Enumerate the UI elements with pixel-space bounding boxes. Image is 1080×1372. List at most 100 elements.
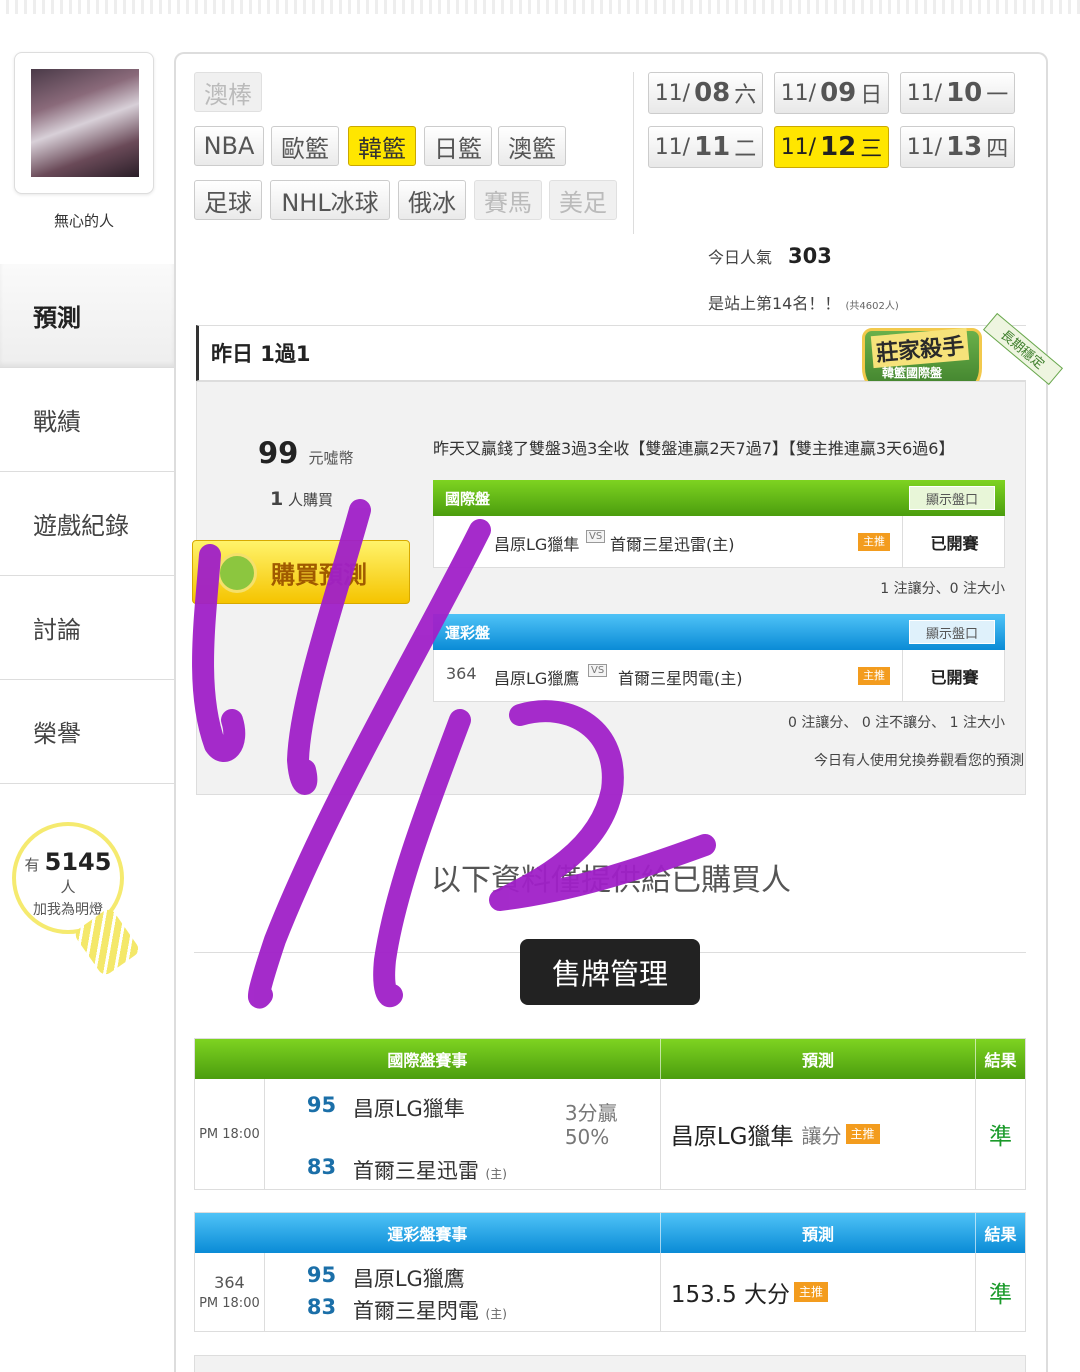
date-day: 12 [820,132,857,162]
team2-score: 83 [306,1295,337,1319]
sidebar-item-discuss[interactable]: 討論 [0,576,174,680]
col-header-event: 國際盤賽事 [195,1039,661,1079]
buyer-count-label: 人購買 [288,491,334,509]
next-section-edge [194,1355,1026,1372]
date-tab-1108[interactable]: 11/08 六 [648,72,763,114]
teams-cell: 95 昌原LG獵隼 3分贏 50% 83 首爾三星迅雷 (主) [265,1079,661,1189]
teams-cell: 95 昌原LG獵鷹 83 首爾三星閃電 (主) [265,1253,661,1331]
sport-tab-soccer[interactable]: 足球 [194,180,262,220]
team2-name: 首爾三星閃電 [352,1299,479,1323]
show-odds-button[interactable]: 顯示盤口 [909,620,995,644]
time-text: PM 18:00 [199,1296,260,1311]
fan-count: 5145 [44,848,112,876]
show-odds-button[interactable]: 顯示盤口 [909,486,995,510]
divider [633,72,634,234]
buy-prediction-button[interactable]: 購買預測 [192,540,410,604]
price: 99 元噓幣 [258,436,353,470]
avatar[interactable] [14,52,154,194]
table-row: 364 PM 18:00 95 昌原LG獵鷹 83 首爾三星閃電 (主) 153.… [195,1253,1025,1331]
sidebar-item-record[interactable]: 戰績 [0,368,174,472]
prediction-cell: 153.5 大分 主推 [661,1253,977,1331]
table-header: 運彩盤賽事 預測 結果 [195,1213,1025,1253]
date-day: 10 [946,78,983,108]
popularity-label: 今日人氣 [708,248,773,267]
vs-icon: VS [588,664,608,677]
sidebar-item-game-log[interactable]: 遊戲紀錄 [0,472,174,576]
page-top-edge [0,0,1080,14]
time-text: PM 18:00 [199,1126,260,1142]
sport-tab-american-football[interactable]: 美足 [549,180,617,220]
sidebar-item-predict[interactable]: 預測 [0,264,174,368]
prediction-cell: 昌原LG獵隼 讓分 主推 [661,1079,977,1189]
main-pick-tag: 主推 [858,533,890,551]
date-tab-1109[interactable]: 11/09 日 [774,72,889,114]
buyers-only-notice: 以下資料僅提供給已購買人 [431,863,791,898]
match-time: 364 PM 18:00 [195,1253,265,1331]
date-month: 11/ [906,134,943,160]
lottery-bar: 運彩盤 顯示盤口 [433,614,1005,650]
table-row: PM 18:00 95 昌原LG獵隼 3分贏 50% 83 首爾三星迅雷 (主)… [195,1079,1025,1189]
date-tab-1111[interactable]: 11/11 二 [648,126,763,168]
fans-unit: 人 [60,878,76,896]
sport-tab-euro-basketball[interactable]: 歐籃 [271,126,339,166]
coin-icon [217,553,257,593]
team1-score: 95 [306,1093,337,1117]
date-tab-1112[interactable]: 11/12 三 [774,126,889,168]
intl-title: 國際盤 [445,489,491,508]
sport-tab-nhl[interactable]: NHL冰球 [270,180,390,220]
sport-tab-nba[interactable]: NBA [194,126,264,166]
home-marker: (主) [485,1307,507,1321]
match-status: 已開賽 [902,650,1006,701]
team1-name: 昌原LG獵隼 [352,1097,465,1121]
away-team: 首爾三星閃電(主) [618,669,743,688]
col-header-result: 結果 [984,1051,1017,1070]
site-rank: 是站上第14名！！ (共4602人) [708,290,899,314]
team2-score: 83 [306,1155,337,1179]
date-weekday: 二 [734,137,757,162]
date-weekday: 日 [860,83,883,108]
username: 無心的人 [53,212,114,230]
date-day: 08 [694,78,731,108]
vs-icon: VS [586,530,606,543]
sport-tab-japan-basketball[interactable]: 日籃 [424,126,492,166]
intl-result-table: 國際盤賽事 預測 結果 PM 18:00 95 昌原LG獵隼 3分贏 50% 8… [194,1038,1026,1190]
price-value: 99 [258,436,299,470]
col-header-result: 結果 [984,1225,1017,1244]
intl-bar: 國際盤 顯示盤口 [433,480,1005,516]
rank-total: (共4602人) [845,301,899,312]
avatar-image [31,69,139,177]
sport-tab-au-baseball[interactable]: 澳棒 [194,72,262,112]
date-month: 11/ [654,80,691,106]
lottery-bet-note: 0 注讓分、 0 注不讓分、 1 注大小 [788,715,1005,731]
date-day: 09 [820,78,857,108]
badge-ribbon: 長期穩定 [982,312,1064,386]
sell-management-button[interactable]: 售牌管理 [520,939,700,1005]
sport-tab-korea-basketball[interactable]: 韓籃 [348,126,416,166]
date-month: 11/ [906,80,943,106]
sidebar-item-honor[interactable]: 榮譽 [0,680,174,784]
date-tab-1113[interactable]: 11/13 四 [900,126,1015,168]
match-id: 364 [446,664,477,683]
table-header: 國際盤賽事 預測 結果 [195,1039,1025,1079]
odds-line: 3分贏 [564,1101,618,1125]
sport-tab-horse-racing[interactable]: 賽馬 [474,180,542,220]
date-month: 11/ [780,80,817,106]
date-month: 11/ [654,134,691,160]
match-time: PM 18:00 [195,1079,265,1189]
sport-tab-russia-hockey[interactable]: 俄冰 [398,180,466,220]
buyer-count: 1 人購買 [270,488,333,510]
buyer-count-value: 1 [270,488,284,510]
col-header-prediction: 預測 [661,1039,977,1079]
match-id: 364 [214,1273,245,1292]
result-cell: 準 [989,1124,1013,1150]
sport-tab-au-basketball[interactable]: 澳籃 [498,126,566,166]
team1-name: 昌原LG獵鷹 [352,1267,465,1291]
date-weekday: 一 [986,83,1009,108]
lottery-match-row: 364 昌原LG獵鷹 VS 首爾三星閃電(主) 主推 已開賽 [433,650,1005,702]
badge-subtitle: 韓籃國際盤 [882,366,943,380]
popularity-value: 303 [788,244,832,268]
main-pick-tag: 主推 [794,1282,829,1302]
date-tab-1110[interactable]: 11/10 一 [900,72,1015,114]
team2-name: 首爾三星迅雷 [352,1159,479,1183]
date-weekday: 三 [860,137,883,162]
